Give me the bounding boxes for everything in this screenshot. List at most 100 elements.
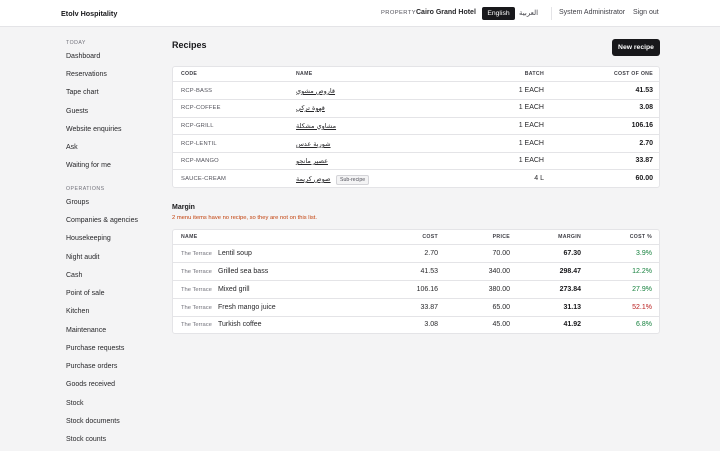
item-cost-pct: 27.9% bbox=[632, 286, 652, 293]
recipe-code: RCP-MANGO bbox=[181, 158, 219, 164]
item-price: 70.00 bbox=[492, 250, 510, 257]
sidebar-item-night-audit[interactable]: Night audit bbox=[66, 254, 99, 261]
brand-logo[interactable]: Etolv Hospitality bbox=[61, 9, 117, 18]
sign-out-link[interactable]: Sign out bbox=[633, 9, 659, 16]
venue-label: The Terrace bbox=[181, 287, 212, 293]
sidebar-item-waiting-for-me[interactable]: Waiting for me bbox=[66, 162, 111, 169]
divider bbox=[173, 134, 659, 135]
property-selector[interactable]: Cairo Grand Hotel bbox=[416, 9, 476, 16]
sidebar-item-website-enquiries[interactable]: Website enquiries bbox=[66, 126, 122, 133]
sidebar-item-ask[interactable]: Ask bbox=[66, 144, 78, 151]
sidebar: TODAY Dashboard Reservations Tape chart … bbox=[0, 28, 158, 451]
sidebar-item-dashboard[interactable]: Dashboard bbox=[66, 53, 100, 60]
column-header-batch: BATCH bbox=[524, 71, 544, 77]
sidebar-item-companies-agencies[interactable]: Companies & agencies bbox=[66, 217, 138, 224]
divider bbox=[173, 244, 659, 245]
item-price: 340.00 bbox=[488, 268, 510, 275]
new-recipe-button[interactable]: New recipe bbox=[612, 39, 660, 56]
menu-item-name: Fresh mango juice bbox=[218, 304, 276, 311]
recipe-code: SAUCE-CREAM bbox=[181, 176, 227, 182]
recipe-batch: 4 L bbox=[534, 175, 544, 182]
item-cost: 41.53 bbox=[420, 268, 438, 275]
recipe-name-link[interactable]: مشاوي مشكلة bbox=[296, 122, 336, 130]
column-header-cost-pct: COST % bbox=[629, 234, 652, 240]
recipe-cost: 60.00 bbox=[635, 175, 653, 182]
column-header-cost: COST bbox=[422, 234, 438, 240]
user-name[interactable]: System Administrator bbox=[559, 9, 625, 16]
recipe-name-link[interactable]: عصير مانجو bbox=[296, 157, 328, 165]
recipe-code: RCP-LENTIL bbox=[181, 141, 217, 147]
column-header-code: CODE bbox=[181, 71, 198, 77]
recipe-batch: 1 EACH bbox=[518, 140, 544, 147]
sidebar-item-point-of-sale[interactable]: Point of sale bbox=[66, 290, 105, 297]
divider bbox=[173, 280, 659, 281]
sidebar-item-housekeeping[interactable]: Housekeeping bbox=[66, 235, 111, 242]
recipe-cost: 41.53 bbox=[635, 87, 653, 94]
divider bbox=[173, 117, 659, 118]
sidebar-item-maintenance[interactable]: Maintenance bbox=[66, 327, 106, 334]
recipe-cost: 2.70 bbox=[639, 140, 653, 147]
column-header-price: PRICE bbox=[492, 234, 510, 240]
recipe-name-link[interactable]: شوربة عدس bbox=[296, 140, 331, 148]
column-header-margin: MARGIN bbox=[558, 234, 581, 240]
item-cost-pct: 52.1% bbox=[632, 304, 652, 311]
recipe-batch: 1 EACH bbox=[518, 87, 544, 94]
sidebar-item-purchase-requests[interactable]: Purchase requests bbox=[66, 345, 124, 352]
sidebar-item-kitchen[interactable]: Kitchen bbox=[66, 308, 89, 315]
sidebar-item-reservations[interactable]: Reservations bbox=[66, 71, 107, 78]
margin-title: Margin bbox=[172, 204, 195, 211]
divider bbox=[173, 169, 659, 170]
sub-recipe-badge: Sub-recipe bbox=[336, 175, 370, 185]
item-cost: 3.08 bbox=[424, 321, 438, 328]
margin-table: NAME COST PRICE MARGIN COST % The Terrac… bbox=[172, 229, 660, 334]
recipe-name-link[interactable]: قهوة تركي bbox=[296, 104, 325, 112]
menu-item-name: Lentil soup bbox=[218, 250, 252, 257]
sidebar-item-cash[interactable]: Cash bbox=[66, 272, 82, 279]
sidebar-item-goods-received[interactable]: Goods received bbox=[66, 381, 115, 388]
recipe-cost: 106.16 bbox=[631, 122, 653, 129]
item-price: 65.00 bbox=[492, 304, 510, 311]
recipe-batch: 1 EACH bbox=[518, 157, 544, 164]
lang-english-button[interactable]: English bbox=[482, 7, 515, 20]
sidebar-item-tape-chart[interactable]: Tape chart bbox=[66, 89, 99, 96]
item-margin: 31.13 bbox=[563, 304, 581, 311]
item-cost-pct: 3.9% bbox=[636, 250, 652, 257]
sidebar-item-stock[interactable]: Stock bbox=[66, 400, 84, 407]
page-title: Recipes bbox=[172, 40, 207, 50]
item-price: 45.00 bbox=[492, 321, 510, 328]
column-header-cost: COST OF ONE bbox=[613, 71, 653, 77]
top-bar: Etolv Hospitality PROPERTY Cairo Grand H… bbox=[0, 0, 720, 27]
recipe-cost: 3.08 bbox=[639, 104, 653, 111]
item-price: 380.00 bbox=[488, 286, 510, 293]
menu-item-name: Grilled sea bass bbox=[218, 268, 269, 275]
item-margin: 41.92 bbox=[563, 321, 581, 328]
item-cost: 33.87 bbox=[420, 304, 438, 311]
recipe-cost: 33.87 bbox=[635, 157, 653, 164]
sidebar-section-today: TODAY bbox=[66, 40, 86, 46]
sidebar-item-guests[interactable]: Guests bbox=[66, 108, 88, 115]
sidebar-section-operations: OPERATIONS bbox=[66, 186, 105, 192]
sidebar-item-stock-documents[interactable]: Stock documents bbox=[66, 418, 120, 425]
venue-label: The Terrace bbox=[181, 322, 212, 328]
recipe-name-link[interactable]: قاروص مشوي bbox=[296, 87, 335, 95]
divider bbox=[173, 298, 659, 299]
recipe-batch: 1 EACH bbox=[518, 122, 544, 129]
venue-label: The Terrace bbox=[181, 251, 212, 257]
recipe-code: RCP-COFFEE bbox=[181, 105, 221, 111]
recipe-code: RCP-GRILL bbox=[181, 123, 214, 129]
sidebar-item-groups[interactable]: Groups bbox=[66, 199, 89, 206]
recipe-name-link[interactable]: صوص كريمة bbox=[296, 175, 331, 183]
menu-item-name: Mixed grill bbox=[218, 286, 250, 293]
recipe-batch: 1 EACH bbox=[518, 104, 544, 111]
lang-arabic-button[interactable]: العربية bbox=[519, 9, 538, 17]
item-margin: 273.84 bbox=[559, 286, 581, 293]
column-header-name: NAME bbox=[181, 234, 198, 240]
margin-note: 2 menu items have no recipe, so they are… bbox=[172, 215, 317, 221]
sidebar-item-stock-counts[interactable]: Stock counts bbox=[66, 436, 106, 443]
divider bbox=[173, 99, 659, 100]
divider bbox=[551, 7, 552, 20]
item-cost: 106.16 bbox=[416, 286, 438, 293]
sidebar-item-purchase-orders[interactable]: Purchase orders bbox=[66, 363, 117, 370]
menu-item-name: Turkish coffee bbox=[218, 321, 262, 328]
item-margin: 298.47 bbox=[559, 268, 581, 275]
